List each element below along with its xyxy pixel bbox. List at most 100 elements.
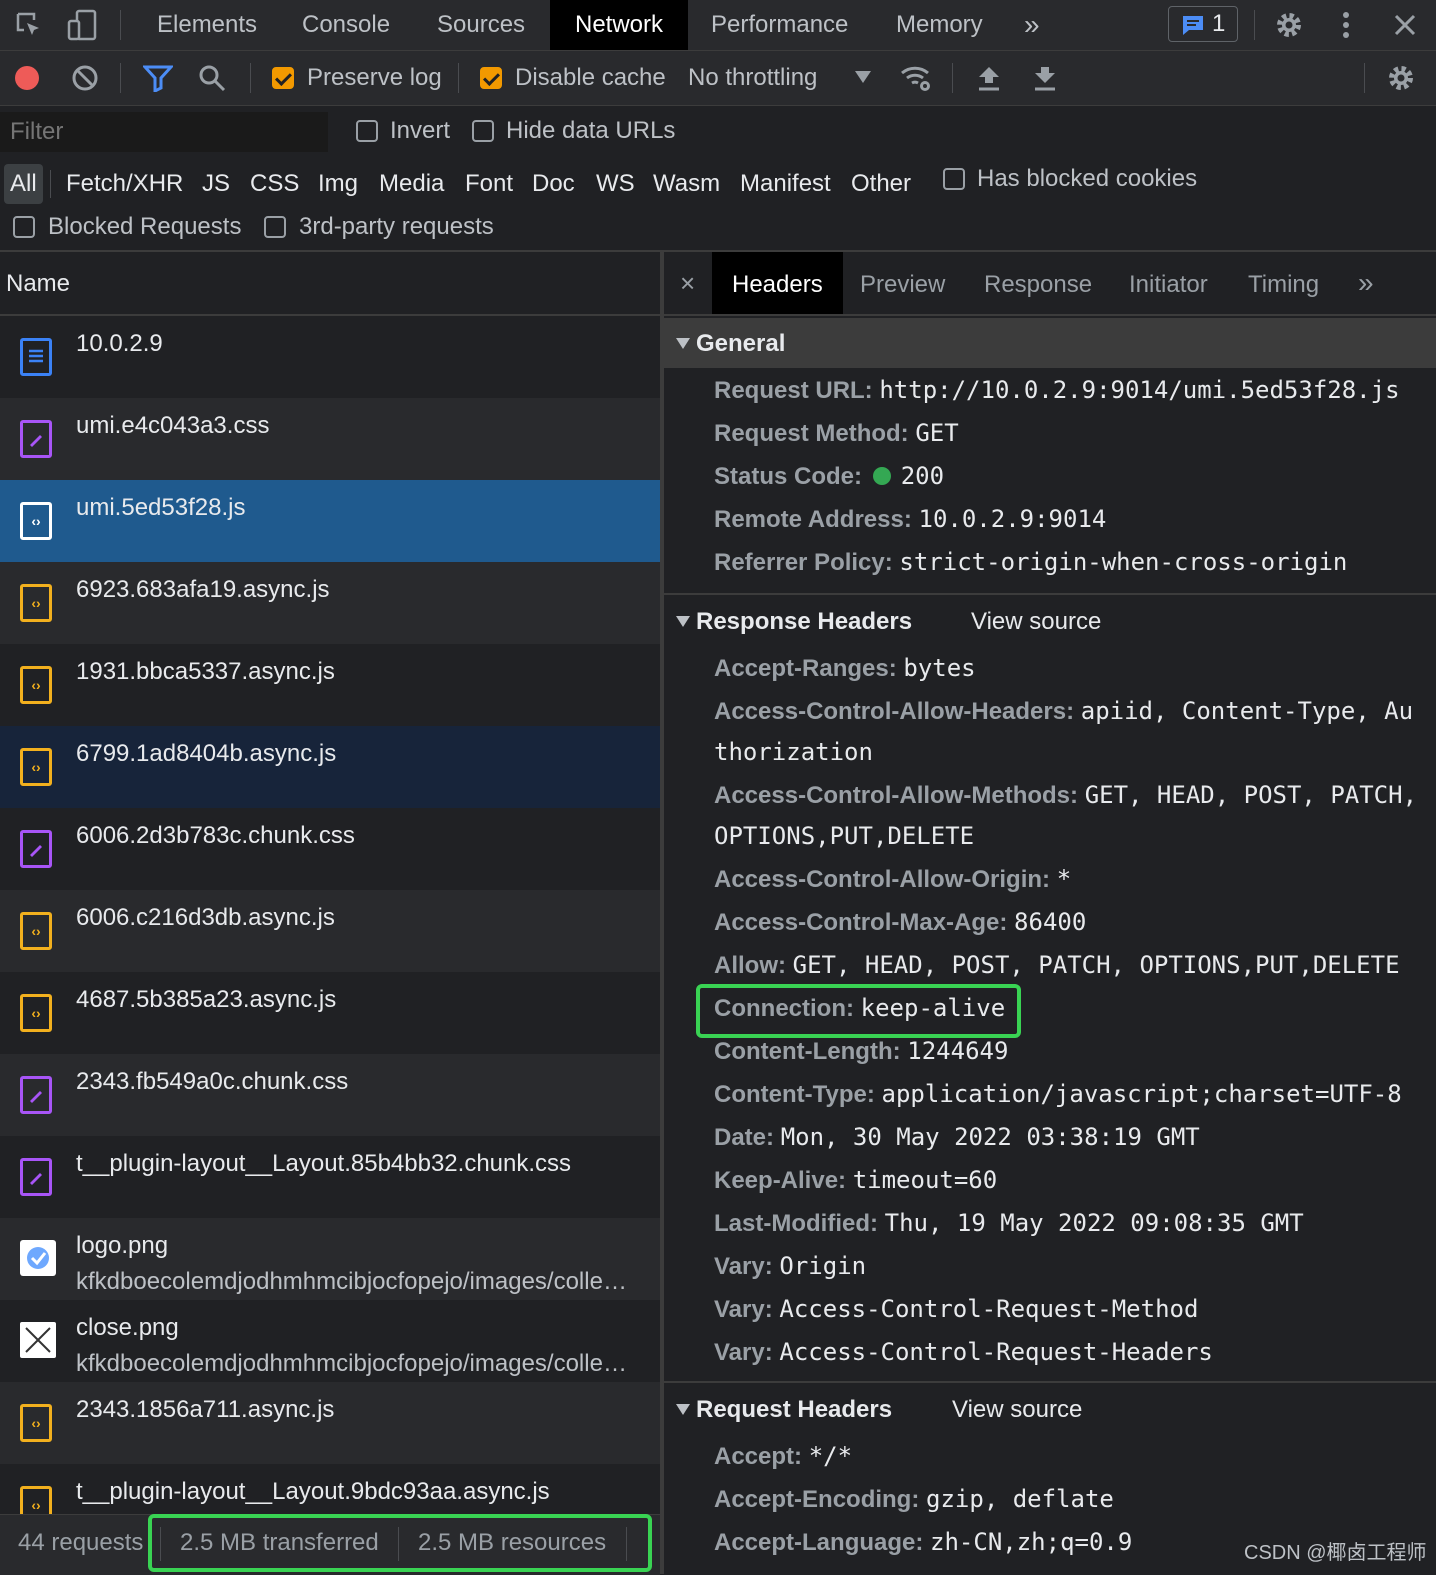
more-tabs-icon[interactable]: »	[1024, 0, 1040, 50]
filter-icon[interactable]	[142, 63, 174, 93]
header-key: Accept-Language:	[714, 1529, 931, 1556]
request-row[interactable]: ‹› 6006.c216d3db.async.js	[0, 890, 660, 972]
settings-gear-icon[interactable]	[1272, 8, 1306, 42]
tab-elements[interactable]: Elements	[157, 0, 257, 50]
collapse-triangle-icon	[676, 616, 690, 627]
type-filter-fetch-xhr[interactable]: Fetch/XHR	[66, 164, 183, 204]
request-row[interactable]: logo.png kfkdboecolemdjodhmhmcibjocfopejo…	[0, 1218, 660, 1300]
request-row[interactable]: 6006.2d3b783c.chunk.css	[0, 808, 660, 890]
more-options-icon[interactable]	[1334, 8, 1358, 42]
request-row[interactable]: ‹› 6799.1ad8404b.async.js	[0, 726, 660, 808]
import-har-icon[interactable]	[974, 61, 1004, 95]
chevron-down-icon[interactable]	[852, 67, 874, 87]
header-value: apiid, Content-Type, Au	[1080, 697, 1414, 725]
blocked-requests-label: Blocked Requests	[48, 213, 242, 240]
request-row[interactable]: 10.0.2.9	[0, 316, 660, 398]
type-filter-manifest[interactable]: Manifest	[740, 164, 831, 204]
tab-console[interactable]: Console	[302, 0, 390, 50]
request-name: 1931.bbca5337.async.js	[76, 658, 335, 685]
type-filter-font[interactable]: Font	[465, 164, 513, 204]
type-filter-js[interactable]: JS	[202, 164, 230, 204]
request-row[interactable]: ‹› 2343.1856a711.async.js	[0, 1382, 660, 1464]
third-party-checkbox[interactable]	[264, 216, 286, 238]
collapse-triangle-icon	[676, 1404, 690, 1415]
header-value: */*	[808, 1442, 853, 1470]
tab-network[interactable]: Network	[550, 0, 688, 50]
close-details-icon[interactable]: ×	[680, 252, 695, 314]
inspect-element-icon[interactable]	[12, 10, 46, 40]
blocked-requests-checkbox[interactable]	[13, 216, 35, 238]
request-row[interactable]: 2343.fb549a0c.chunk.css	[0, 1054, 660, 1136]
disable-cache-checkbox[interactable]	[480, 67, 502, 89]
name-column-header[interactable]: Name	[0, 252, 660, 316]
tab-response[interactable]: Response	[984, 252, 1092, 314]
request-row[interactable]: umi.e4c043a3.css	[0, 398, 660, 480]
type-filter-doc[interactable]: Doc	[532, 164, 575, 204]
header-value: 1244649	[907, 1037, 1009, 1065]
request-name: 2343.1856a711.async.js	[76, 1396, 335, 1423]
issues-button[interactable]: 1	[1168, 6, 1238, 42]
request-name: 6006.c216d3db.async.js	[76, 904, 335, 931]
throttling-select[interactable]: No throttling	[688, 64, 817, 92]
request-details-pane: × Headers Preview Response Initiator Tim…	[664, 252, 1436, 1574]
script-file-icon: ‹›	[20, 994, 52, 1032]
tab-initiator[interactable]: Initiator	[1129, 252, 1208, 314]
stylesheet-file-icon	[20, 1076, 52, 1114]
export-har-icon[interactable]	[1030, 61, 1060, 95]
header-row: Remote Address: 10.0.2.9:9014	[714, 505, 1106, 534]
stylesheet-file-icon	[20, 830, 52, 868]
invert-label: Invert	[390, 117, 451, 144]
type-filter-wasm[interactable]: Wasm	[653, 164, 720, 204]
device-toolbar-icon[interactable]	[64, 8, 100, 42]
record-icon[interactable]	[12, 63, 42, 93]
header-row: Access-Control-Allow-Origin: *	[714, 865, 1071, 894]
type-filter-other[interactable]: Other	[851, 164, 911, 204]
request-row[interactable]: ‹› 4687.5b385a23.async.js	[0, 972, 660, 1054]
type-filter-img[interactable]: Img	[318, 164, 358, 204]
header-row: Vary: Access-Control-Request-Method	[714, 1295, 1198, 1324]
tab-memory[interactable]: Memory	[896, 0, 983, 50]
preserve-log-checkbox[interactable]	[272, 67, 294, 89]
request-headers-section-header[interactable]: Request Headers View source	[664, 1384, 1436, 1434]
network-settings-gear-icon[interactable]	[1384, 61, 1418, 95]
close-devtools-icon[interactable]	[1390, 10, 1420, 40]
type-filter-media[interactable]: Media	[379, 164, 444, 204]
header-value: zh-CN,zh;q=0.9	[930, 1528, 1133, 1556]
has-blocked-cookies-checkbox[interactable]	[943, 168, 965, 190]
header-value: timeout=60	[852, 1166, 998, 1194]
request-row[interactable]: ‹› 6923.683afa19.async.js	[0, 562, 660, 644]
stylesheet-file-icon	[20, 1158, 52, 1196]
request-row[interactable]: ‹› 1931.bbca5337.async.js	[0, 644, 660, 726]
header-value: 10.0.2.9:9014	[918, 505, 1107, 533]
header-key: Content-Type:	[714, 1081, 882, 1108]
type-filter-ws[interactable]: WS	[596, 164, 635, 204]
request-row[interactable]: close.png kfkdboecolemdjodhmhmcibjocfopej…	[0, 1300, 660, 1382]
general-section-header[interactable]: General	[664, 318, 1436, 368]
clear-icon[interactable]	[70, 63, 100, 93]
header-value: GET	[915, 419, 959, 447]
hide-data-urls-checkbox[interactable]	[472, 120, 494, 142]
more-detail-tabs-icon[interactable]: »	[1358, 252, 1374, 314]
header-key: Access-Control-Allow-Origin:	[714, 866, 1057, 893]
tab-headers[interactable]: Headers	[712, 252, 843, 314]
request-view-source-link[interactable]: View source	[952, 1396, 1082, 1424]
highlight-box-connection	[696, 984, 1021, 1038]
filter-input[interactable]	[0, 112, 328, 152]
invert-checkbox[interactable]	[356, 120, 378, 142]
header-row: Access-Control-Allow-Headers: apiid, Con…	[714, 697, 1413, 726]
header-key: Accept:	[714, 1443, 809, 1470]
type-filter-all[interactable]: All	[4, 164, 43, 204]
header-value: gzip, deflate	[926, 1485, 1114, 1513]
network-conditions-icon[interactable]	[898, 61, 934, 95]
tab-preview[interactable]: Preview	[860, 252, 945, 314]
tab-timing[interactable]: Timing	[1248, 252, 1319, 314]
search-icon[interactable]	[196, 63, 228, 93]
response-view-source-link[interactable]: View source	[971, 608, 1101, 636]
type-filter-css[interactable]: CSS	[250, 164, 299, 204]
tab-performance[interactable]: Performance	[711, 0, 848, 50]
response-headers-section-header[interactable]: Response Headers View source	[664, 596, 1436, 646]
request-row[interactable]: t__plugin-layout__Layout.85b4bb32.chunk.…	[0, 1136, 660, 1218]
tab-sources[interactable]: Sources	[437, 0, 525, 50]
request-row[interactable]: ‹› umi.5ed53f28.js	[0, 480, 660, 562]
header-row: Accept-Language: zh-CN,zh;q=0.9	[714, 1528, 1132, 1557]
